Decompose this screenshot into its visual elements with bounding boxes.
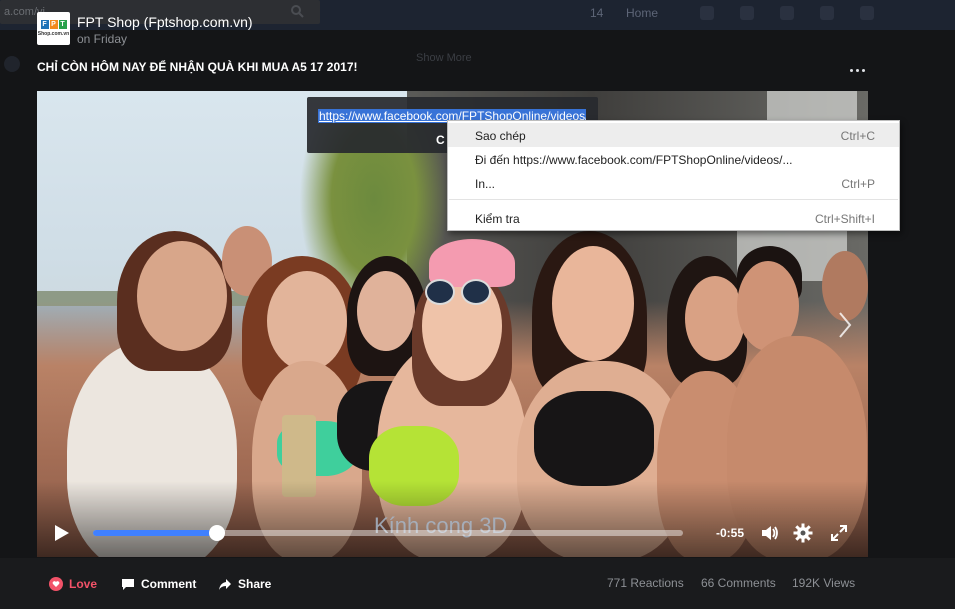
time-remaining: -0:55	[716, 526, 745, 540]
views-count: 192K Views	[792, 576, 856, 590]
share-button[interactable]: Share	[218, 577, 271, 591]
copy-url-label[interactable]: C	[436, 133, 445, 147]
menu-item-label: Đi đến https://www.facebook.com/FPTShopO…	[475, 153, 793, 167]
logo-letter: F	[40, 20, 49, 29]
help-icon	[820, 6, 834, 20]
friends-icon	[700, 6, 714, 20]
context-menu-print[interactable]: In... Ctrl+P	[448, 171, 899, 195]
logo-letter: T	[58, 20, 67, 29]
background-bullet-icon	[4, 56, 20, 72]
heart-icon	[49, 577, 63, 591]
menu-divider	[449, 199, 898, 200]
background-nav-home: Home	[626, 6, 659, 20]
context-menu-go-to[interactable]: Đi đến https://www.facebook.com/FPTShopO…	[448, 147, 899, 171]
comment-icon	[122, 578, 134, 590]
menu-icon	[860, 6, 874, 20]
menu-item-shortcut: Ctrl+P	[841, 177, 875, 191]
progress-fill	[93, 530, 217, 536]
logo-subtext: Shop.com.vn	[37, 31, 70, 37]
love-label: Love	[69, 577, 98, 591]
fpt-logo: F P T	[40, 20, 67, 29]
messages-icon	[740, 6, 754, 20]
gear-icon[interactable]	[793, 523, 813, 543]
fullscreen-icon[interactable]	[830, 524, 848, 542]
comments-count[interactable]: 66 Comments	[701, 576, 776, 590]
reactions-count[interactable]: 771 Reactions	[607, 576, 684, 590]
menu-item-shortcut: Ctrl+C	[840, 129, 875, 143]
love-button[interactable]: Love	[49, 577, 97, 591]
notifications-icon	[780, 6, 794, 20]
person-shape	[552, 246, 634, 361]
context-menu: Sao chép Ctrl+C Đi đến https://www.faceb…	[447, 120, 900, 231]
person-shape	[425, 279, 455, 305]
background-nav-count: 14	[590, 6, 604, 20]
menu-item-shortcut: Ctrl+Shift+I	[814, 212, 875, 226]
post-timestamp[interactable]: on Friday	[77, 32, 127, 46]
person-shape	[267, 271, 347, 371]
more-options-icon[interactable]	[850, 62, 870, 78]
page-name-link[interactable]: FPT Shop (Fptshop.com.vn)	[77, 14, 253, 30]
person-shape	[137, 241, 227, 351]
person-shape	[461, 279, 491, 305]
person-shape	[357, 271, 415, 351]
menu-item-label: Kiểm tra	[475, 212, 520, 226]
share-icon	[219, 578, 231, 590]
logo-letter: P	[49, 20, 58, 29]
chevron-right-icon[interactable]	[837, 310, 853, 340]
post-title: CHỈ CÒN HÔM NAY ĐỂ NHẬN QUÀ KHI MUA A5 1…	[37, 60, 358, 74]
page-avatar[interactable]: F P T Shop.com.vn	[37, 12, 70, 45]
context-menu-inspect[interactable]: Kiểm tra Ctrl+Shift+I	[448, 206, 899, 230]
context-menu-copy[interactable]: Sao chép Ctrl+C	[448, 123, 899, 147]
person-shape	[685, 276, 745, 361]
background-show-more: Show More	[416, 52, 472, 64]
comment-button[interactable]: Comment	[121, 577, 196, 591]
share-label: Share	[238, 577, 272, 591]
menu-item-label: In...	[475, 177, 496, 191]
comment-label: Comment	[141, 577, 197, 591]
play-icon[interactable]	[54, 524, 70, 542]
progress-knob[interactable]	[209, 525, 225, 541]
volume-icon[interactable]	[760, 523, 780, 543]
search-icon	[291, 5, 304, 18]
menu-item-label: Sao chép	[475, 129, 526, 143]
person-shape	[534, 391, 654, 486]
